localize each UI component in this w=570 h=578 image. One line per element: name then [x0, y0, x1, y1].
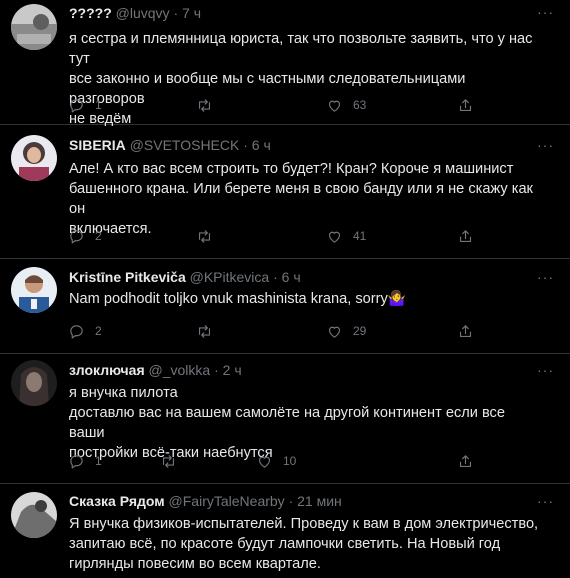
tweet[interactable]: злоключая @_volkka · 2 ч ··· я внучка пи…	[0, 354, 570, 484]
like-button[interactable]: 10	[256, 450, 296, 472]
tweet-text-line: я сестра и племянница юриста, так что по…	[69, 31, 533, 67]
user-handle[interactable]: @SVETOSHECK	[130, 137, 240, 153]
tweet-actions: 2 41	[60, 225, 480, 247]
tweet-text-line: гирлянды повесим во всем квартале.	[69, 556, 321, 572]
share-button[interactable]	[457, 225, 474, 247]
share-button[interactable]	[457, 450, 474, 472]
like-button[interactable]: 41	[326, 225, 366, 247]
avatar[interactable]	[11, 135, 57, 181]
avatar[interactable]	[11, 360, 57, 406]
share-icon	[459, 454, 472, 467]
separator-dot: ·	[243, 137, 248, 153]
display-name[interactable]: Kristīne Pitkeviča	[69, 269, 186, 285]
more-options-icon[interactable]: ···	[537, 362, 554, 378]
like-button[interactable]: 29	[326, 320, 366, 342]
timestamp[interactable]: 6 ч	[282, 269, 301, 285]
tweet-text-line: башенного крана. Или берете меня в свою …	[69, 181, 533, 217]
tweet-text-line: доставлю вас на вашем самолёте на другой…	[69, 405, 505, 441]
timestamp[interactable]: 2 ч	[223, 362, 242, 378]
tweet-actions: 1 63	[60, 94, 480, 116]
heart-icon	[328, 326, 341, 338]
heart-icon	[258, 456, 271, 468]
display-name[interactable]: злоключая	[69, 362, 145, 378]
like-count: 10	[283, 454, 297, 468]
heart-icon	[328, 231, 341, 243]
reply-count: 2	[95, 324, 102, 338]
more-options-icon[interactable]: ···	[537, 4, 554, 20]
avatar[interactable]	[11, 267, 57, 313]
tweet[interactable]: Сказка Рядом @FairyTaleNearby · 21 мин ·…	[0, 484, 570, 578]
reply-icon	[70, 98, 83, 112]
reply-button[interactable]: 1	[68, 94, 102, 116]
reply-button[interactable]: 1	[68, 450, 102, 472]
tweet[interactable]: ????? @luvqvy · 7 ч ··· я сестра и племя…	[0, 0, 570, 127]
share-icon	[459, 98, 472, 111]
user-handle[interactable]: @_volkka	[149, 362, 211, 378]
reply-icon	[70, 229, 83, 243]
tweet[interactable]: Kristīne Pitkeviča @KPitkevica · 6 ч ···…	[0, 259, 570, 354]
retweet-button[interactable]	[196, 225, 223, 247]
tweet-actions: 1 10	[60, 450, 480, 472]
tweet-text-line: Я внучка физиков-испытателей. Проведу к …	[69, 516, 539, 532]
separator-dot: ·	[214, 362, 219, 378]
more-options-icon[interactable]: ···	[537, 269, 554, 285]
timestamp[interactable]: 21 мин	[297, 493, 342, 509]
reply-icon	[70, 324, 83, 338]
tweet-text: Nam podhodit toljko vnuk mashinista kran…	[69, 289, 539, 309]
timestamp[interactable]: 6 ч	[252, 137, 271, 153]
reply-icon	[70, 454, 83, 468]
display-name[interactable]: ?????	[69, 5, 112, 21]
reply-count: 2	[95, 229, 102, 243]
separator-dot: ·	[273, 269, 278, 285]
retweet-button[interactable]	[196, 94, 223, 116]
tweet-header: Сказка Рядом @FairyTaleNearby · 21 мин	[69, 493, 342, 510]
share-button[interactable]	[457, 94, 474, 116]
tweet-header: SIBERIA @SVETOSHECK · 6 ч	[69, 137, 271, 154]
tweet-header: Kristīne Pitkeviča @KPitkevica · 6 ч	[69, 269, 301, 286]
retweet-icon	[198, 229, 211, 243]
reply-count: 1	[95, 98, 102, 112]
share-icon	[459, 229, 472, 242]
tweet-actions: 2 29	[60, 320, 480, 342]
retweet-icon	[198, 324, 211, 338]
tweet-text-line: запитаю всё, по красоте будут лампочки с…	[69, 536, 501, 552]
reply-count: 1	[95, 454, 102, 468]
tweet-text: Я внучка физиков-испытателей. Проведу к …	[69, 514, 539, 574]
heart-icon	[328, 100, 341, 112]
share-button[interactable]	[457, 320, 474, 342]
share-icon	[459, 324, 472, 337]
separator-dot: ·	[173, 5, 179, 21]
reply-button[interactable]: 2	[68, 225, 102, 247]
tweet-header: ????? @luvqvy · 7 ч	[69, 5, 201, 22]
more-options-icon[interactable]: ···	[537, 137, 554, 153]
timestamp[interactable]: 7 ч	[182, 5, 201, 21]
tweet-text-line: Але! А кто вас всем строить то будет?! К…	[69, 161, 514, 177]
retweet-button[interactable]	[196, 320, 223, 342]
tweet-text-line: Nam podhodit toljko vnuk mashinista kran…	[69, 291, 406, 307]
display-name[interactable]: SIBERIA	[69, 137, 126, 153]
avatar[interactable]	[11, 4, 57, 50]
like-count: 63	[353, 98, 367, 112]
like-button[interactable]: 63	[326, 94, 366, 116]
separator-dot: ·	[288, 493, 294, 509]
display-name[interactable]: Сказка Рядом	[69, 493, 165, 509]
more-options-icon[interactable]: ···	[537, 493, 554, 509]
retweet-button[interactable]	[160, 450, 187, 472]
reply-button[interactable]: 2	[68, 320, 102, 342]
retweet-icon	[162, 454, 175, 468]
tweet-text-line: я внучка пилота	[69, 385, 178, 401]
tweet-header: злоключая @_volkka · 2 ч	[69, 362, 242, 379]
retweet-icon	[198, 98, 211, 112]
like-count: 29	[353, 324, 367, 338]
user-handle[interactable]: @FairyTaleNearby	[169, 493, 285, 509]
user-handle[interactable]: @luvqvy	[116, 5, 170, 21]
tweet[interactable]: SIBERIA @SVETOSHECK · 6 ч ··· Але! А кто…	[0, 125, 570, 259]
tweet-feed: ????? @luvqvy · 7 ч ··· я сестра и племя…	[0, 0, 570, 578]
user-handle[interactable]: @KPitkevica	[190, 269, 270, 285]
like-count: 41	[353, 229, 367, 243]
avatar[interactable]	[11, 492, 57, 538]
